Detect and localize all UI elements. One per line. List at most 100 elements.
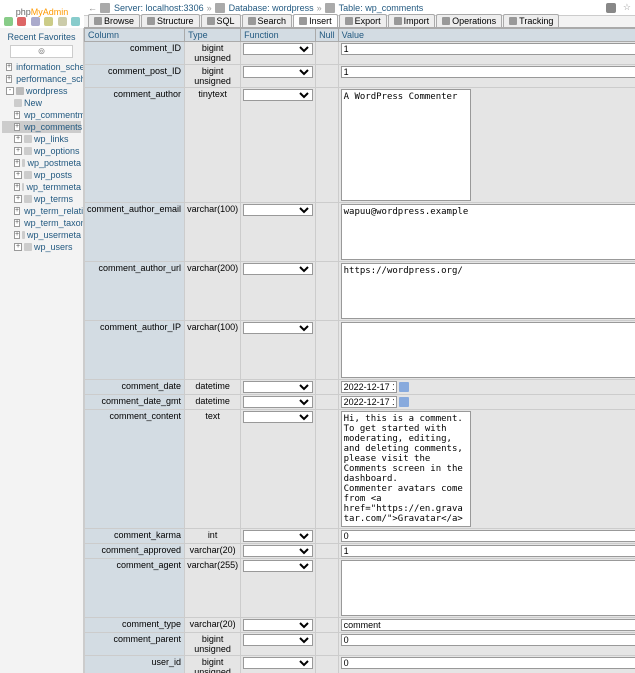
expand-icon[interactable]: + (14, 123, 20, 131)
value-textarea[interactable]: https://wordpress.org/ (341, 263, 635, 319)
expand-icon[interactable]: + (14, 171, 22, 179)
function-select[interactable] (243, 204, 313, 216)
function-select[interactable] (243, 43, 313, 55)
tree-wp_users[interactable]: +wp_users (2, 241, 81, 253)
row-comment_parent: comment_parentbigint unsigned (85, 633, 635, 656)
function-select[interactable] (243, 619, 313, 631)
value-textarea[interactable] (341, 322, 635, 378)
function-select[interactable] (243, 322, 313, 334)
col-name: comment_date (85, 380, 185, 395)
function-select[interactable] (243, 89, 313, 101)
value-textarea[interactable]: Hi, this is a comment. To get started wi… (341, 411, 471, 527)
col-name: comment_type (85, 618, 185, 633)
tab-operations[interactable]: Operations (436, 14, 502, 27)
value-input[interactable] (341, 619, 635, 631)
value-input[interactable] (341, 396, 397, 408)
crumb-database[interactable]: Database: wordpress (229, 3, 314, 13)
expand-icon[interactable]: + (14, 135, 22, 143)
tree-wp_posts[interactable]: +wp_posts (2, 169, 81, 181)
expand-icon[interactable]: + (14, 195, 22, 203)
insert-icon (299, 17, 307, 25)
reload-icon[interactable] (71, 17, 80, 26)
function-select[interactable] (243, 657, 313, 669)
tree-wp_links[interactable]: +wp_links (2, 133, 81, 145)
function-select[interactable] (243, 263, 313, 275)
value-textarea[interactable]: A WordPress Commenter (341, 89, 471, 201)
col-name: comment_post_ID (85, 65, 185, 88)
value-input[interactable] (341, 530, 635, 542)
tree-wp_termmeta[interactable]: +wp_termmeta (2, 181, 81, 193)
expand-icon[interactable]: + (14, 183, 20, 191)
value-input[interactable] (341, 43, 635, 55)
th-column: Column (85, 29, 185, 42)
home-icon[interactable] (4, 17, 13, 26)
function-select[interactable] (243, 396, 313, 408)
calendar-icon[interactable] (399, 382, 409, 392)
expand-icon[interactable]: + (6, 75, 12, 83)
expand-icon[interactable]: + (14, 231, 20, 239)
expand-icon[interactable]: - (6, 87, 14, 95)
crumb-table[interactable]: Table: wp_comments (339, 3, 424, 13)
tab-insert[interactable]: Insert (293, 14, 338, 27)
recent-favorites[interactable]: Recent Favorites (2, 30, 81, 44)
null-cell (316, 633, 339, 656)
expand-icon[interactable]: + (14, 111, 20, 119)
tree-performance_schema[interactable]: +performance_schema (2, 73, 81, 85)
tab-tracking[interactable]: Tracking (503, 14, 559, 27)
tab-structure[interactable]: Structure (141, 14, 200, 27)
recent-dropdown[interactable]: ⊚ (10, 45, 73, 58)
logout-icon[interactable] (17, 17, 26, 26)
col-name: comment_agent (85, 559, 185, 618)
row-comment_author: comment_authortinytextA WordPress Commen… (85, 88, 635, 203)
function-select[interactable] (243, 545, 313, 557)
function-select[interactable] (243, 560, 313, 572)
tree-wp_comments[interactable]: +wp_comments (2, 121, 81, 133)
tree-New[interactable]: New (2, 97, 81, 109)
col-name: comment_author (85, 88, 185, 203)
null-cell (316, 618, 339, 633)
expand-icon[interactable]: + (6, 63, 12, 71)
function-select[interactable] (243, 634, 313, 646)
tab-browse[interactable]: Browse (88, 14, 140, 27)
tree-wp_commentmeta[interactable]: +wp_commentmeta (2, 109, 81, 121)
expand-icon[interactable]: + (14, 159, 20, 167)
logo[interactable]: phpMyAdmin (0, 0, 84, 16)
gear-icon[interactable] (606, 3, 616, 13)
tree-information_schema[interactable]: +information_schema (2, 61, 81, 73)
import-icon (394, 17, 402, 25)
sql-query-icon[interactable] (31, 17, 40, 26)
nav-settings-icon[interactable] (58, 17, 67, 26)
tree-wp_usermeta[interactable]: +wp_usermeta (2, 229, 81, 241)
function-select[interactable] (243, 66, 313, 78)
value-input[interactable] (341, 381, 397, 393)
page-docs-icon[interactable]: ☆ (623, 2, 631, 13)
expand-icon[interactable]: + (14, 243, 22, 251)
function-select[interactable] (243, 530, 313, 542)
expand-icon[interactable]: + (14, 207, 20, 215)
nav-back-icon[interactable]: ← (88, 3, 97, 13)
tab-search[interactable]: Search (242, 14, 293, 27)
tree-wp_options[interactable]: +wp_options (2, 145, 81, 157)
tree-wp_term_taxonomy[interactable]: +wp_term_taxonomy (2, 217, 81, 229)
tree-wordpress[interactable]: -wordpress (2, 85, 81, 97)
value-input[interactable] (341, 66, 635, 78)
expand-icon[interactable]: + (14, 219, 20, 227)
value-input[interactable] (341, 634, 635, 646)
tab-import[interactable]: Import (388, 14, 436, 27)
tree-wp_postmeta[interactable]: +wp_postmeta (2, 157, 81, 169)
tree-wp_terms[interactable]: +wp_terms (2, 193, 81, 205)
function-select[interactable] (243, 381, 313, 393)
crumb-server[interactable]: Server: localhost:3306 (114, 3, 204, 13)
tab-sql[interactable]: SQL (201, 14, 241, 27)
tree-wp_term_relationships[interactable]: +wp_term_relationships (2, 205, 81, 217)
value-input[interactable] (341, 657, 635, 669)
tab-export[interactable]: Export (339, 14, 387, 27)
calendar-icon[interactable] (399, 397, 409, 407)
value-textarea[interactable] (341, 560, 635, 616)
value-input[interactable] (341, 545, 635, 557)
expand-icon[interactable]: + (14, 147, 22, 155)
null-cell (316, 380, 339, 395)
value-textarea[interactable]: wapuu@wordpress.example (341, 204, 635, 260)
function-select[interactable] (243, 411, 313, 423)
docs-icon[interactable] (44, 17, 53, 26)
